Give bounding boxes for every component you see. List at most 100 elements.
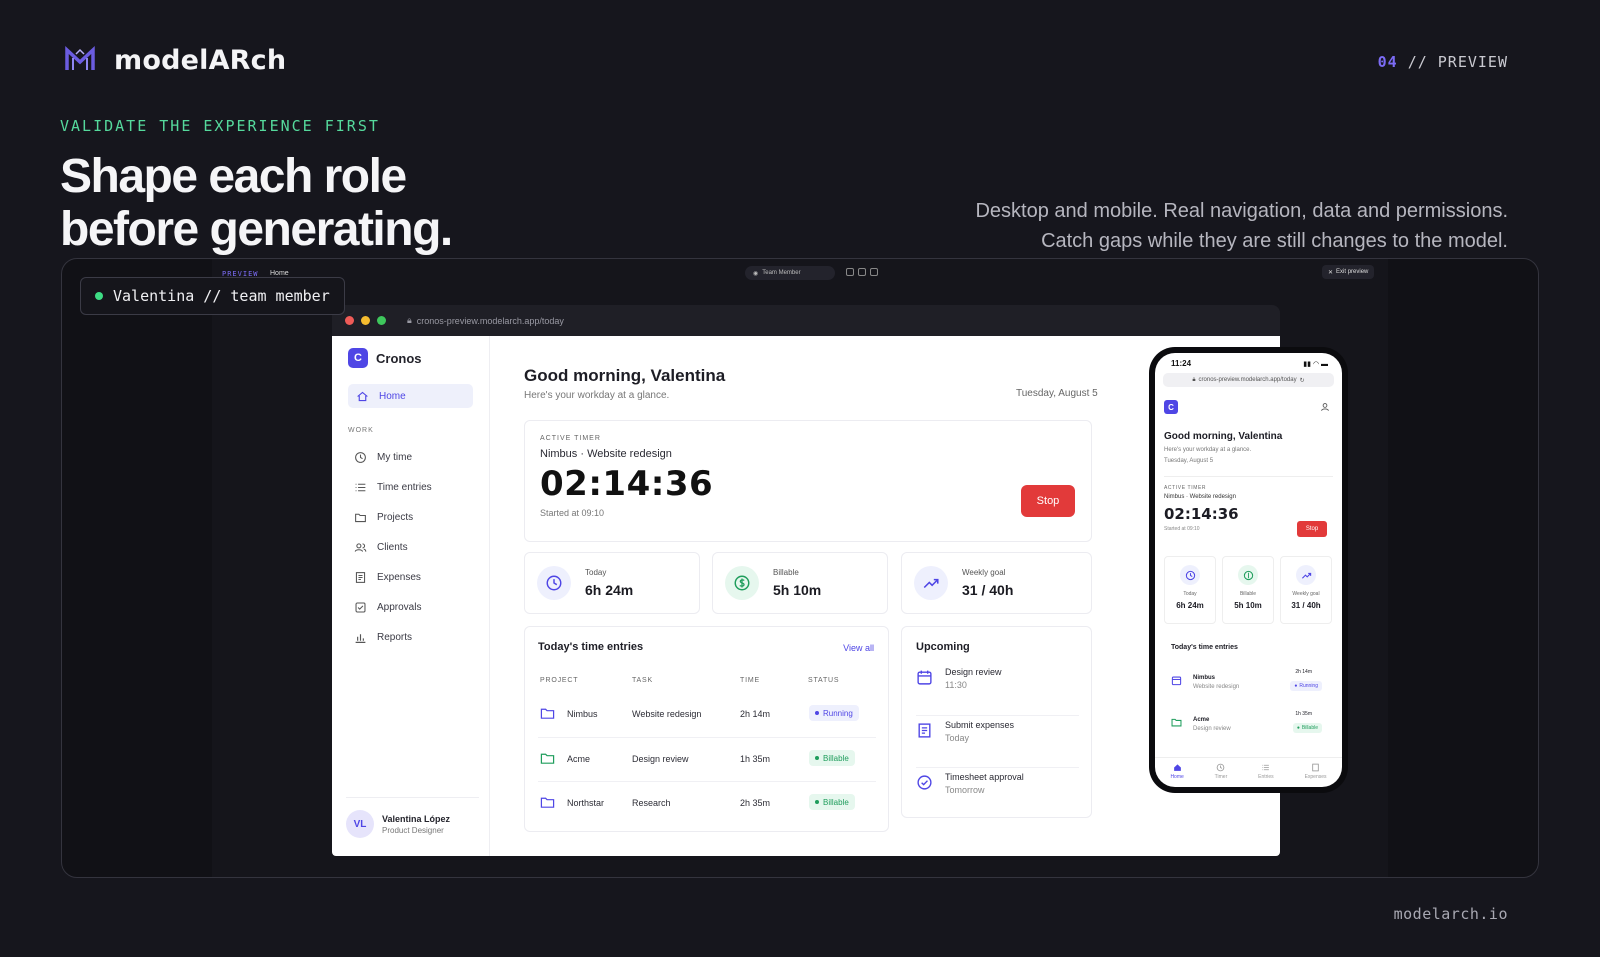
role-switcher[interactable]: ◉ Team Member xyxy=(745,266,835,280)
users-icon xyxy=(354,542,367,552)
upcoming-item-title: Timesheet approval xyxy=(945,772,1024,782)
receipt-icon xyxy=(355,571,366,583)
mobile-entry-task: Website redesign xyxy=(1193,684,1240,690)
stat-card-weekly-goal: Weekly goal 31 / 40h xyxy=(901,552,1092,614)
mobile-view-icon[interactable] xyxy=(870,268,878,276)
upcoming-item-time: Tomorrow xyxy=(945,785,985,795)
exit-preview-button[interactable]: ✕ Exit preview xyxy=(1322,265,1375,279)
table-row[interactable]: Acme Design review 1h 35m Billable xyxy=(538,737,876,781)
check-square-icon xyxy=(355,602,366,612)
stop-button[interactable]: Stop xyxy=(1021,485,1075,517)
upcoming-item-title: Submit expenses xyxy=(945,720,1015,730)
user-name: Valentina López xyxy=(382,813,451,824)
maximize-dot-icon[interactable] xyxy=(377,316,386,325)
sidebar-item-home[interactable]: Home xyxy=(348,384,473,408)
app-logo-icon: C xyxy=(348,348,368,368)
minimize-dot-icon[interactable] xyxy=(361,316,370,325)
eyebrow: VALIDATE THE EXPERIENCE FIRST xyxy=(60,117,380,135)
sidebar-item-label: My time xyxy=(377,451,412,463)
mobile-url-bar[interactable]: 🔒︎ cronos-preview.modelarch.app/today ↻ xyxy=(1163,373,1334,387)
timer-separator: · xyxy=(580,448,585,460)
slide-separator: // xyxy=(1407,53,1428,71)
cell-project: Nimbus xyxy=(567,709,598,719)
tab-entries[interactable]: Entries xyxy=(1258,763,1274,787)
view-all-link[interactable]: View all xyxy=(843,643,874,653)
stat-card-today: Today 6h 24m xyxy=(524,552,700,614)
sidebar-item-approvals[interactable]: Approvals xyxy=(348,592,473,622)
mobile-entry-time: 1h 35m xyxy=(1295,711,1312,717)
cronos-app: C Cronos Home WORK My time Time entries xyxy=(332,336,1280,856)
cell-project: Northstar xyxy=(567,798,605,808)
active-timer-card: ACTIVE TIMER Nimbus · Website redesign 0… xyxy=(524,420,1092,542)
upcoming-card: Upcoming Design review 11:30 Submit expen… xyxy=(901,626,1092,818)
timer-started: Started at 09:10 xyxy=(540,508,605,518)
upcoming-item[interactable]: Design review 11:30 xyxy=(916,663,1079,715)
desktop-view-icon[interactable] xyxy=(846,268,854,276)
tablet-view-icon[interactable] xyxy=(858,268,866,276)
mobile-device: 11:24 ▮▮ ◠ ▬ 🔒︎ cronos-preview.modelarch… xyxy=(1149,347,1348,793)
status-label: Running xyxy=(823,708,853,718)
mobile-page-subtitle: Here's your workday at a glance. Tuesday… xyxy=(1164,445,1251,467)
mobile-entry-row[interactable]: Nimbus Website redesign 2h 14m ● Running xyxy=(1171,669,1330,709)
mobile-entry-row[interactable]: Acme Design review 1h 35m ● Billable xyxy=(1171,711,1330,751)
trending-up-icon xyxy=(1296,565,1316,585)
profile-icon[interactable] xyxy=(1320,402,1330,412)
stat-label: Weekly goal xyxy=(962,568,1006,577)
sidebar-item-expenses[interactable]: Expenses xyxy=(348,562,473,592)
reload-icon[interactable]: ↻ xyxy=(1300,377,1305,384)
status-badge: Running xyxy=(809,705,859,721)
mobile-stat-label: Weekly goal xyxy=(1292,591,1320,597)
brand: modelARch xyxy=(64,44,286,76)
status-label: Billable xyxy=(823,753,849,763)
timer-label: ACTIVE TIMER xyxy=(540,435,601,442)
exit-preview-label: Exit preview xyxy=(1336,269,1369,275)
calendar-icon xyxy=(1171,676,1182,686)
upcoming-item[interactable]: Submit expenses Today xyxy=(916,715,1079,767)
tab-home[interactable]: Home xyxy=(1170,763,1184,787)
table-row[interactable]: Nimbus Website redesign 2h 14m Running xyxy=(538,693,876,737)
sidebar-item-label: Projects xyxy=(377,511,414,523)
url-bar[interactable]: 🔒︎ cronos-preview.modelarch.app/today xyxy=(407,315,564,326)
sidebar-section-work: WORK xyxy=(348,427,374,434)
status-badge: ● Running xyxy=(1290,681,1322,691)
tab-expenses[interactable]: Expenses xyxy=(1305,763,1327,787)
slide-label: PREVIEW xyxy=(1437,53,1508,71)
sidebar-item-reports[interactable]: Reports xyxy=(348,622,473,652)
current-date: Tuesday, August 5 xyxy=(1016,388,1098,399)
cell-time: 2h 35m xyxy=(740,798,771,808)
list-icon xyxy=(355,483,366,491)
stat-label: Today xyxy=(585,568,607,577)
mobile-stat-label: Today xyxy=(1183,591,1197,597)
mobile-stat-value: 6h 24m xyxy=(1176,601,1204,610)
footer-url[interactable]: modelarch.io xyxy=(1394,905,1508,923)
column-header: TASK xyxy=(632,677,653,684)
upcoming-item[interactable]: Timesheet approval Tomorrow xyxy=(916,767,1079,819)
status-label: Billable xyxy=(1301,725,1318,731)
sidebar-item-my-time[interactable]: My time xyxy=(348,442,473,472)
slide-number: 04 xyxy=(1377,53,1398,71)
preview-topbar-page: Home xyxy=(270,270,289,277)
subhead-line-1: Desktop and mobile. Real navigation, dat… xyxy=(975,200,1508,222)
folder-icon xyxy=(355,513,366,522)
sidebar-item-clients[interactable]: Clients xyxy=(348,532,473,562)
close-dot-icon[interactable] xyxy=(345,316,354,325)
table-row[interactable]: Northstar Research 2h 35m Billable xyxy=(538,781,876,825)
status-badge: Billable xyxy=(809,750,855,766)
role-chip[interactable]: Valentina // team member xyxy=(80,277,345,315)
status-dot-icon xyxy=(815,711,819,715)
sidebar-item-projects[interactable]: Projects xyxy=(348,502,473,532)
status-label: Running xyxy=(1299,683,1318,689)
user-profile[interactable]: VL Valentina López Product Designer xyxy=(346,797,479,838)
sidebar-item-label: Clients xyxy=(377,541,408,553)
tab-timer[interactable]: Timer xyxy=(1215,763,1227,787)
stat-card-billable: Billable 5h 10m xyxy=(712,552,888,614)
mobile-stop-button[interactable]: Stop xyxy=(1297,521,1327,537)
list-icon xyxy=(1262,764,1270,771)
mobile-stat-value: 31 / 40h xyxy=(1291,601,1321,610)
folder-icon xyxy=(540,753,555,764)
cell-project: Acme xyxy=(567,754,591,764)
tab-label: Home xyxy=(1170,774,1184,780)
role-chip-label: Valentina // team member xyxy=(113,287,330,305)
home-icon xyxy=(1173,764,1181,771)
sidebar-item-time-entries[interactable]: Time entries xyxy=(348,472,473,502)
